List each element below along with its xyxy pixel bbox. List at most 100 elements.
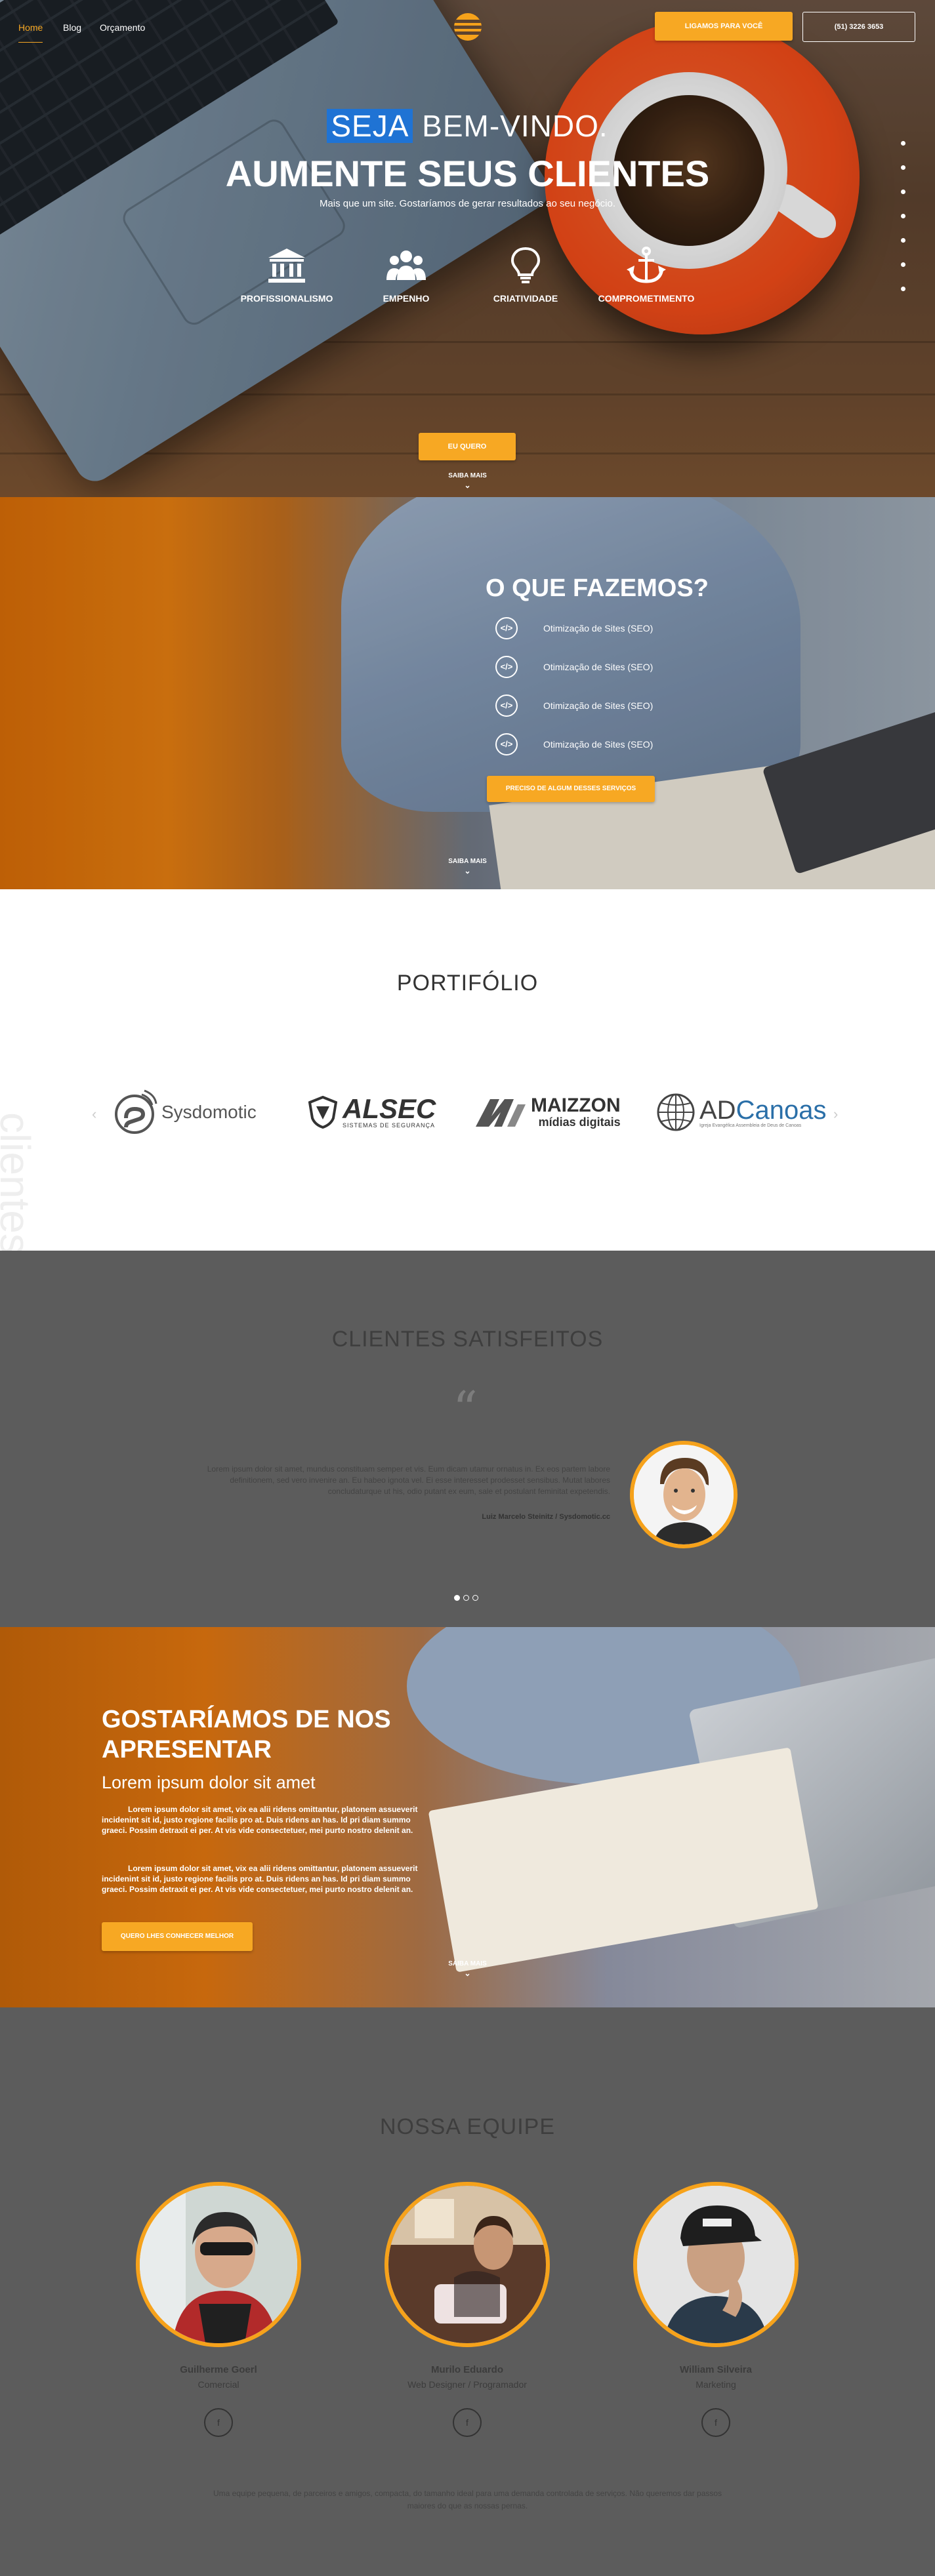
team-member-role: Web Designer / Programador (407, 2379, 527, 2390)
service-item-label: Otimização de Sites (SEO) (543, 700, 654, 711)
client-logo-sysdomotic[interactable]: Sysdomotic (112, 1086, 257, 1138)
client-logo-suffix: Canoas (736, 1095, 827, 1125)
maizzon-logo-icon (476, 1099, 526, 1127)
facebook-icon[interactable]: f (453, 2408, 482, 2437)
about-paragraph: Lorem ipsum dolor sit amet, vix ea alii … (102, 1864, 418, 1894)
quote-icon: “ (453, 1381, 478, 1438)
client-logo-name: MAIZZON (531, 1094, 621, 1116)
client-logo-tagline: SISTEMAS DE SEGURANÇA (343, 1122, 436, 1129)
feature-commitment: COMPROMETIMENTO (581, 246, 712, 304)
feature-label: COMPROMETIMENTO (598, 293, 695, 304)
section-dot[interactable] (901, 141, 905, 146)
client-logo-adcanoas[interactable]: ADCanoas Igreja Evangélica Assembleia de… (656, 1086, 826, 1138)
client-logo-name: Sysdomotic (161, 1102, 257, 1122)
globe-icon (657, 1093, 695, 1131)
section-dot[interactable] (901, 238, 905, 243)
clientes-watermark: clientes (0, 1112, 39, 1251)
hero-section: Home Blog Orçamento LIGAMOS PARA VOCÊ (5… (0, 0, 935, 497)
client-logo-alsec[interactable]: ALSEC SISTEMAS DE SEGURANÇA (308, 1086, 436, 1138)
team-member-name: Guilherme Goerl (180, 2364, 257, 2375)
client-logo-prefix: AD (699, 1095, 736, 1125)
team-member: Murilo Eduardo Web Designer / Programado… (382, 2182, 552, 2437)
team-section: NOSSA EQUIPE Guilherme Goerl Comercial f (0, 2007, 935, 2576)
carousel-next-icon[interactable]: › (833, 1106, 838, 1123)
scroll-more-label: SAIBA MAIS (448, 472, 487, 479)
client-logo-tagline: mídias digitais (538, 1115, 621, 1129)
feature-label: PROFISSIONALISMO (240, 293, 333, 304)
code-icon: </> (495, 617, 518, 639)
team-member-role: Marketing (696, 2379, 736, 2390)
service-item-label: Otimização de Sites (SEO) (543, 662, 654, 672)
client-logo-name: ALSEC (343, 1093, 436, 1124)
hero-subtitle: Mais que um site. Gostaríamos de gerar r… (319, 198, 616, 209)
about-title: GOSTARÍAMOS DE NOS APRESENTAR (102, 1706, 391, 1763)
chevron-down-icon: ⌄ (464, 481, 471, 490)
facebook-icon[interactable]: f (204, 2408, 233, 2437)
team-member-name: Murilo Eduardo (431, 2364, 503, 2375)
chevron-down-icon: ⌄ (464, 866, 471, 875)
team-member-photo (136, 2182, 301, 2347)
service-item-label: Otimização de Sites (SEO) (543, 623, 654, 634)
feature-professionalism: PROFISSIONALISMO (221, 246, 352, 304)
nav-orcamento[interactable]: Orçamento (100, 22, 145, 33)
portfolio-section: PORTIFÓLIO clientes ‹ › Sysdomotic ALSEC… (0, 889, 935, 1251)
hero-title: AUMENTE SEUS CLIENTES (225, 153, 710, 194)
hero-kicker-highlight: SEJA (327, 109, 413, 143)
about-cta-button[interactable]: QUERO LHES CONHECER MELHOR (102, 1922, 253, 1951)
pager-dot[interactable] (472, 1595, 478, 1601)
scroll-more-about[interactable]: SAIBA MAIS ⌄ (0, 1960, 935, 1978)
section-dot[interactable] (901, 165, 905, 170)
about-subtitle: Lorem ipsum dolor sit amet (102, 1773, 316, 1792)
scroll-more-services[interactable]: SAIBA MAIS ⌄ (0, 858, 935, 875)
scroll-more-label: SAIBA MAIS (448, 1960, 487, 1967)
feature-label: CRIATIVIDADE (493, 293, 558, 304)
services-title: O QUE FAZEMOS? (486, 574, 709, 602)
testimonial-avatar (630, 1441, 738, 1548)
services-section: O QUE FAZEMOS? </> Otimização de Sites (… (0, 497, 935, 889)
phone-button[interactable]: (51) 3226 3653 (802, 12, 915, 42)
service-item-label: Otimização de Sites (SEO) (543, 739, 654, 750)
pager-dot[interactable] (463, 1595, 469, 1601)
feature-creativity: CRIATIVIDADE (460, 246, 591, 304)
brand-logo[interactable] (454, 13, 482, 41)
services-cta-button[interactable]: PRECISO DE ALGUM DESSES SERVIÇOS (487, 776, 655, 802)
testimonials-title: CLIENTES SATISFEITOS (331, 1327, 604, 1352)
portfolio-title: PORTIFÓLIO (396, 971, 539, 996)
team-member-photo (384, 2182, 550, 2347)
code-icon: </> (495, 656, 518, 678)
bank-icon (268, 249, 305, 283)
hero-cta-button[interactable]: EU QUERO (419, 433, 516, 460)
shield-icon (308, 1096, 337, 1129)
facebook-icon[interactable]: f (701, 2408, 730, 2437)
chevron-down-icon: ⌄ (464, 1969, 471, 1978)
testimonial-text: Lorem ipsum dolor sit amet, mundus const… (207, 1464, 610, 1496)
team-icon (386, 251, 426, 280)
feature-label: EMPENHO (383, 293, 430, 304)
team-title: NOSSA EQUIPE (379, 2114, 556, 2139)
section-dot[interactable] (901, 214, 905, 218)
sysdomotic-logo-icon (115, 1089, 157, 1134)
feature-effort: EMPENHO (341, 246, 472, 304)
section-dot[interactable] (901, 190, 905, 194)
nav-blog[interactable]: Blog (63, 22, 81, 33)
hero-kicker: SEJA BEM-VINDO. (0, 108, 935, 144)
team-member-role: Comercial (197, 2379, 239, 2390)
scroll-more-hero[interactable]: SAIBA MAIS ⌄ (0, 472, 935, 490)
client-logo-maizzon[interactable]: MAIZZON mídias digitais (476, 1086, 621, 1138)
section-dot[interactable] (901, 262, 905, 267)
call-me-button[interactable]: LIGAMOS PARA VOCÊ (655, 12, 793, 41)
code-icon: </> (495, 694, 518, 717)
about-paragraph: Lorem ipsum dolor sit amet, vix ea alii … (102, 1805, 418, 1835)
team-member: Guilherme Goerl Comercial f (133, 2182, 304, 2437)
section-dot[interactable] (901, 287, 905, 291)
lightbulb-icon (510, 247, 541, 283)
carousel-prev-icon[interactable]: ‹ (92, 1106, 96, 1123)
about-section: GOSTARÍAMOS DE NOS APRESENTAR Lorem ipsu… (0, 1627, 935, 2007)
pager-dot-active[interactable] (454, 1595, 460, 1601)
code-icon: </> (495, 733, 518, 755)
nav-home[interactable]: Home (18, 22, 43, 43)
scroll-more-label: SAIBA MAIS (448, 858, 487, 865)
team-member: William Silveira Marketing f (631, 2182, 801, 2437)
team-member-photo (633, 2182, 799, 2347)
testimonial-author: Luiz Marcelo Steinitz / Sysdomotic.cc (482, 1513, 610, 1521)
